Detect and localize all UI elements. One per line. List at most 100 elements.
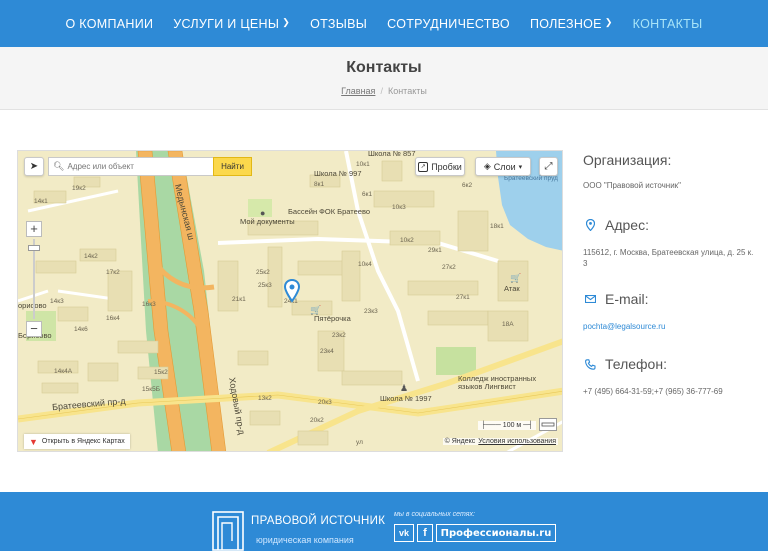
chevron-down-icon: ❯ (282, 17, 291, 27)
nav-useful[interactable]: ПОЛЕЗНОЕ ❯ (530, 17, 613, 31)
breadcrumb: Главная / Контакты (0, 86, 768, 96)
map-label: 17к2 (106, 269, 120, 276)
organization-value: ООО "Правовой источник" (583, 181, 681, 190)
map-label: ул (356, 439, 363, 446)
map-find-button[interactable]: Найти (213, 157, 252, 176)
envelope-icon (583, 295, 597, 303)
zoom-in-button[interactable]: + (26, 221, 42, 237)
map-label: 16к3 (142, 301, 156, 308)
location-pin-icon[interactable] (284, 279, 300, 303)
pool-icon: ● (260, 208, 266, 218)
map-label: 6к2 (462, 182, 473, 189)
map-label: 23к4 (320, 348, 334, 355)
phone-heading: Телефон: (605, 356, 667, 372)
traffic-button[interactable]: ↗ Пробки (415, 157, 465, 176)
fullscreen-button[interactable]: ⤢ (539, 157, 558, 176)
map-label: Колледж иностранных языков Лингвист (458, 374, 537, 391)
email-link[interactable]: pochta@legalsource.ru (583, 321, 758, 332)
expand-icon: ⤢ (544, 161, 553, 172)
facebook-icon[interactable]: f (417, 524, 433, 542)
vk-icon[interactable]: vk (394, 524, 414, 542)
map-label: 6к1 (362, 191, 373, 198)
breadcrumb-current: Контакты (387, 86, 427, 96)
professionaly-link[interactable]: Профессионалы.ru (436, 524, 556, 542)
breadcrumb-home-link[interactable]: Главная (341, 86, 375, 96)
chevron-down-icon: ❯ (604, 17, 613, 27)
map-label: 10к1 (356, 161, 370, 168)
shop-icon: 🛒 (310, 305, 322, 315)
traffic-icon: ↗ (418, 161, 429, 172)
map-label: 14к3 (50, 298, 64, 305)
terms-link[interactable]: Условия использования (478, 438, 556, 445)
chevron-down-icon: ▾ (518, 163, 523, 171)
email-heading: E-mail: (605, 291, 649, 307)
traffic-label: Пробки (431, 161, 462, 172)
nav-cooperation-label: СОТРУДНИЧЕСТВО (387, 16, 510, 31)
phone-icon (583, 358, 597, 370)
map-label: Мой документы (240, 217, 295, 226)
map-search-input[interactable] (67, 162, 208, 171)
layers-icon: ◈ (483, 161, 491, 171)
map-label: 19к2 (72, 185, 86, 192)
organization-heading: Организация: (583, 152, 672, 168)
map-label: 16к4 (106, 315, 120, 322)
map-label: Бассейн ФОК Братеево (288, 207, 371, 216)
map-pin-icon (583, 219, 597, 231)
geolocation-button[interactable]: ➤ (24, 157, 44, 176)
breadcrumb-separator: / (380, 86, 383, 96)
ruler-icon[interactable] (539, 418, 557, 431)
layers-button[interactable]: ◈ Слои ▾ (475, 157, 531, 176)
map-label: 14к4А (54, 368, 73, 375)
zoom-out-button[interactable]: − (26, 321, 42, 337)
map-label: 10к4 (358, 261, 372, 268)
nav-about-label: О КОМПАНИИ (65, 16, 154, 31)
map-label: 14к2 (84, 253, 98, 260)
nav-cooperation[interactable]: СОТРУДНИЧЕСТВО (387, 17, 510, 31)
phone-value: +7 (495) 664-31-59;+7 (965) 36-777-69 (583, 387, 723, 396)
zoom-slider[interactable] (28, 239, 40, 319)
layers-label: Слои (493, 161, 516, 172)
nav-about[interactable]: О КОМПАНИИ (65, 17, 153, 31)
map-scale-label: 100 м (502, 422, 522, 429)
map-label: 27к1 (456, 294, 470, 301)
map-label: 15к5Б (142, 386, 160, 393)
zoom-slider-handle[interactable] (28, 245, 40, 251)
map-label: 10к3 (392, 204, 406, 211)
nav-reviews[interactable]: ОТЗЫВЫ (310, 17, 367, 31)
nav-services[interactable]: УСЛУГИ И ЦЕНЫ ❯ (173, 17, 290, 31)
map-label: 13к2 (258, 395, 272, 402)
nav-contacts-label: КОНТАКТЫ (632, 16, 703, 31)
map-label: 10к2 (400, 237, 414, 244)
nav-services-label: УСЛУГИ И ЦЕНЫ (173, 16, 280, 31)
open-in-yandex-link[interactable]: ▼ Открыть в Яндекс Картах (24, 434, 130, 449)
nav-useful-label: ПОЛЕЗНОЕ (529, 16, 602, 31)
map-label: Школа № 997 (314, 169, 362, 178)
shop-icon: 🛒 (510, 273, 522, 283)
page-header: Контакты Главная / Контакты (0, 47, 768, 110)
map-label: 20к3 (318, 399, 332, 406)
map-label: 23к2 (332, 332, 346, 339)
map-label: Школа № 1997 (380, 394, 432, 403)
map-label: 18к1 (490, 223, 504, 230)
map-label: 25к3 (258, 282, 272, 289)
map-label: 8к1 (314, 181, 325, 188)
map-label: Школа № 857 (368, 150, 416, 158)
map-label: 18А (502, 321, 514, 328)
footer: ПРАВОВОЙ ИСТОЧНИК юридическая компания м… (0, 492, 768, 551)
school-icon: ♟ (400, 383, 409, 393)
zoom-control: + − (26, 221, 42, 337)
email-section: E-mail: pochta@legalsource.ru (583, 291, 758, 332)
open-in-yandex-label: Открыть в Яндекс Картах (41, 438, 125, 445)
address-value: 115612, г. Москва, Братеевская улица, д.… (583, 248, 754, 268)
map-label: 25к2 (256, 269, 270, 276)
page-title: Контакты (346, 59, 422, 76)
map-label: 23к3 (364, 308, 378, 315)
map-label: 27к2 (442, 264, 456, 271)
company-logo[interactable] (212, 511, 244, 551)
map-park (436, 347, 476, 375)
nav-contacts[interactable]: КОНТАКТЫ (633, 17, 703, 31)
map-search: 🔍︎ (48, 157, 213, 176)
map-label: 15к2 (154, 369, 168, 376)
yandex-map[interactable]: Школа № 857 Школа № 997 Бассейн ФОК Брат… (17, 150, 563, 452)
geolocation-arrow-icon: ➤ (29, 161, 39, 172)
